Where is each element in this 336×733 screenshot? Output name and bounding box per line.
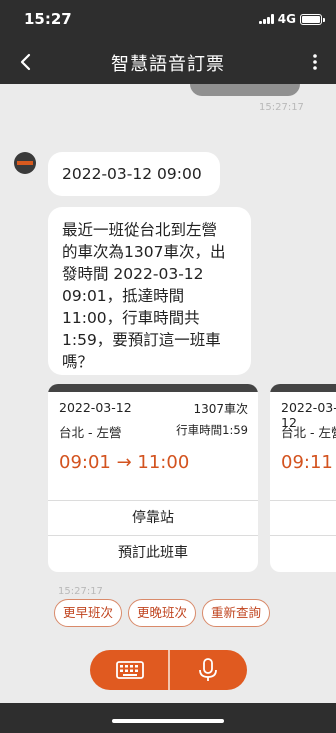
card-route: 台北 - 左營 xyxy=(59,425,122,440)
keyboard-icon xyxy=(116,661,144,679)
status-time: 15:27 xyxy=(24,10,72,28)
home-indicator[interactable] xyxy=(112,719,224,723)
thsr-logo-icon xyxy=(17,161,33,165)
status-bar: 15:27 4G xyxy=(0,0,336,40)
battery-icon xyxy=(300,13,325,25)
stops-button[interactable] xyxy=(270,500,336,535)
card-duration: 行車時間1:59 xyxy=(176,423,248,437)
signal-icon xyxy=(258,14,274,24)
earlier-train-chip[interactable]: 更早班次 xyxy=(54,599,123,627)
stops-button[interactable]: 停靠站 xyxy=(48,500,258,535)
book-train-button[interactable]: 預訂此班車 xyxy=(48,535,258,570)
card-date: 2022-03-12 xyxy=(59,400,132,415)
new-query-chip[interactable]: 重新查詢 xyxy=(202,599,271,627)
status-indicators: 4G xyxy=(258,12,325,26)
microphone-button[interactable] xyxy=(170,650,247,690)
card-route: 台北 - 左營 xyxy=(281,425,336,440)
train-card[interactable]: 2022-03-12 台北 - 左營 09:11 → 11:00 xyxy=(270,384,336,572)
card-departure-arrival: 09:11 → 11:00 xyxy=(281,452,336,473)
keyboard-button[interactable] xyxy=(90,650,168,690)
user-message-bubble xyxy=(190,84,300,96)
date-message-bubble: 2022-03-12 09:00 xyxy=(48,152,220,196)
network-label: 4G xyxy=(277,12,296,26)
more-vertical-icon xyxy=(313,54,317,70)
card-train-number: 1307車次 xyxy=(193,402,248,416)
bot-avatar xyxy=(14,152,36,174)
quick-replies: 更早班次 更晚班次 重新查詢 xyxy=(54,599,271,627)
later-train-chip[interactable]: 更晚班次 xyxy=(128,599,197,627)
train-card: 2022-03-12 1307車次 台北 - 左營 行車時間1:59 09:01… xyxy=(48,384,258,572)
microphone-icon xyxy=(199,658,217,681)
bot-message-bubble: 最近一班從台北到左營 的車次為1307車次，出 發時間 2022-03-12 0… xyxy=(48,207,251,375)
more-options-button[interactable] xyxy=(304,49,326,75)
card-header-strip xyxy=(270,384,336,392)
app-header: 智慧語音訂票 xyxy=(0,40,336,84)
card-departure-arrival: 09:01 → 11:00 xyxy=(59,452,190,473)
bot-timestamp: 15:27:17 xyxy=(58,586,103,597)
sent-timestamp: 15:27:17 xyxy=(259,102,304,113)
home-bar-area xyxy=(0,703,336,733)
input-bar xyxy=(90,650,247,690)
book-train-button[interactable] xyxy=(270,535,336,570)
card-header-strip xyxy=(48,384,258,392)
page-title: 智慧語音訂票 xyxy=(111,54,225,75)
